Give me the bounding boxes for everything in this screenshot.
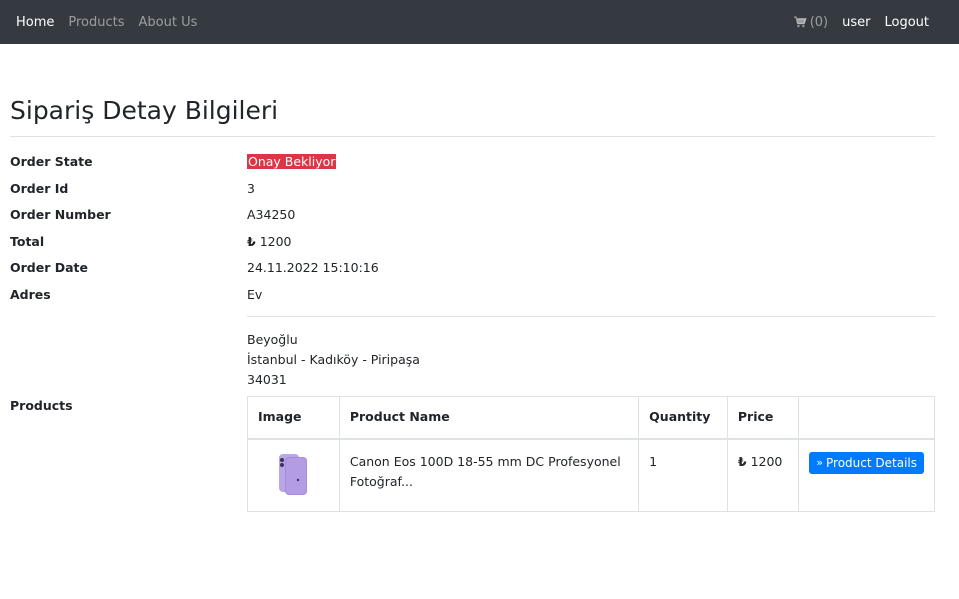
navbar: Home Products About Us (0) user Logout bbox=[0, 0, 959, 44]
main-content: Sipariş Detay Bilgileri Order State Onay… bbox=[0, 96, 959, 512]
header-price: Price bbox=[726, 396, 800, 440]
products-section: Products Image Product Name Quantity Pri… bbox=[10, 396, 935, 512]
page-title: Sipariş Detay Bilgileri bbox=[10, 96, 935, 137]
header-image: Image bbox=[247, 396, 340, 440]
order-date-value: 24.11.2022 15:10:16 bbox=[247, 260, 379, 275]
address-divider bbox=[247, 316, 935, 317]
order-number-label: Order Number bbox=[10, 207, 111, 222]
nav-left: Home Products About Us bbox=[16, 15, 211, 30]
header-quantity: Quantity bbox=[638, 396, 728, 440]
order-total-value: 1200 bbox=[259, 233, 292, 249]
product-image-cell bbox=[247, 438, 340, 512]
order-address-title: Ev bbox=[247, 286, 263, 302]
lira-icon: ₺ bbox=[737, 453, 747, 469]
product-action-cell: » Product Details bbox=[798, 438, 935, 512]
order-total-label: Total bbox=[10, 233, 45, 249]
order-state-label: Order State bbox=[10, 154, 93, 169]
order-address-label: Adres bbox=[10, 286, 51, 302]
address-line-3: 34031 bbox=[247, 372, 287, 387]
order-number-row: Order Number A34250 bbox=[10, 202, 935, 229]
order-address-row: Adres Ev bbox=[10, 282, 935, 309]
phone-product-image bbox=[279, 453, 308, 495]
order-id-label: Order Id bbox=[10, 180, 69, 196]
product-quantity-cell: 1 bbox=[638, 438, 728, 512]
header-actions bbox=[798, 396, 935, 440]
products-label: Products bbox=[10, 398, 73, 413]
order-id-row: Order Id 3 bbox=[10, 176, 935, 203]
nav-products-link[interactable]: Products bbox=[68, 15, 124, 30]
order-date-row: Order Date 24.11.2022 15:10:16 bbox=[10, 255, 935, 282]
double-chevron-right-icon: » bbox=[816, 456, 824, 469]
nav-right: (0) user Logout bbox=[793, 14, 943, 30]
address-lines: Beyoğlu İstanbul - Kadıköy - Piripaşa 34… bbox=[247, 330, 935, 390]
table-row: Canon Eos 100D 18-55 mm DC Profesyonel F… bbox=[247, 438, 935, 512]
order-details: Order State Onay Bekliyor Order Id 3 Ord… bbox=[10, 149, 935, 512]
table-header-row: Image Product Name Quantity Price bbox=[247, 396, 935, 440]
order-state-row: Order State Onay Bekliyor bbox=[10, 149, 935, 176]
order-id-value: 3 bbox=[247, 180, 255, 196]
product-details-button[interactable]: » Product Details bbox=[809, 451, 924, 474]
nav-user-link[interactable]: user bbox=[842, 15, 870, 30]
nav-about-link[interactable]: About Us bbox=[139, 15, 198, 30]
product-price-cell: ₺ 1200 bbox=[726, 438, 800, 512]
nav-logout-link[interactable]: Logout bbox=[884, 15, 929, 30]
cart-count: (0) bbox=[809, 14, 829, 30]
product-name-cell: Canon Eos 100D 18-55 mm DC Profesyonel F… bbox=[338, 438, 640, 512]
product-price-value: 1200 bbox=[750, 453, 783, 469]
cart-icon bbox=[793, 16, 807, 28]
product-details-label: Product Details bbox=[826, 455, 917, 470]
order-state-badge: Onay Bekliyor bbox=[247, 154, 337, 169]
order-number-value: A34250 bbox=[247, 207, 296, 222]
nav-home-link[interactable]: Home bbox=[16, 15, 54, 30]
cart-link[interactable]: (0) bbox=[793, 14, 829, 30]
address-line-1: Beyoğlu bbox=[247, 332, 298, 347]
products-table: Image Product Name Quantity Price Canon … bbox=[247, 396, 935, 512]
header-product-name: Product Name bbox=[338, 396, 640, 440]
order-date-label: Order Date bbox=[10, 260, 88, 275]
order-total-row: Total ₺ 1200 bbox=[10, 229, 935, 256]
lira-icon: ₺ bbox=[247, 233, 256, 249]
address-line-2: İstanbul - Kadıköy - Piripaşa bbox=[247, 352, 420, 367]
